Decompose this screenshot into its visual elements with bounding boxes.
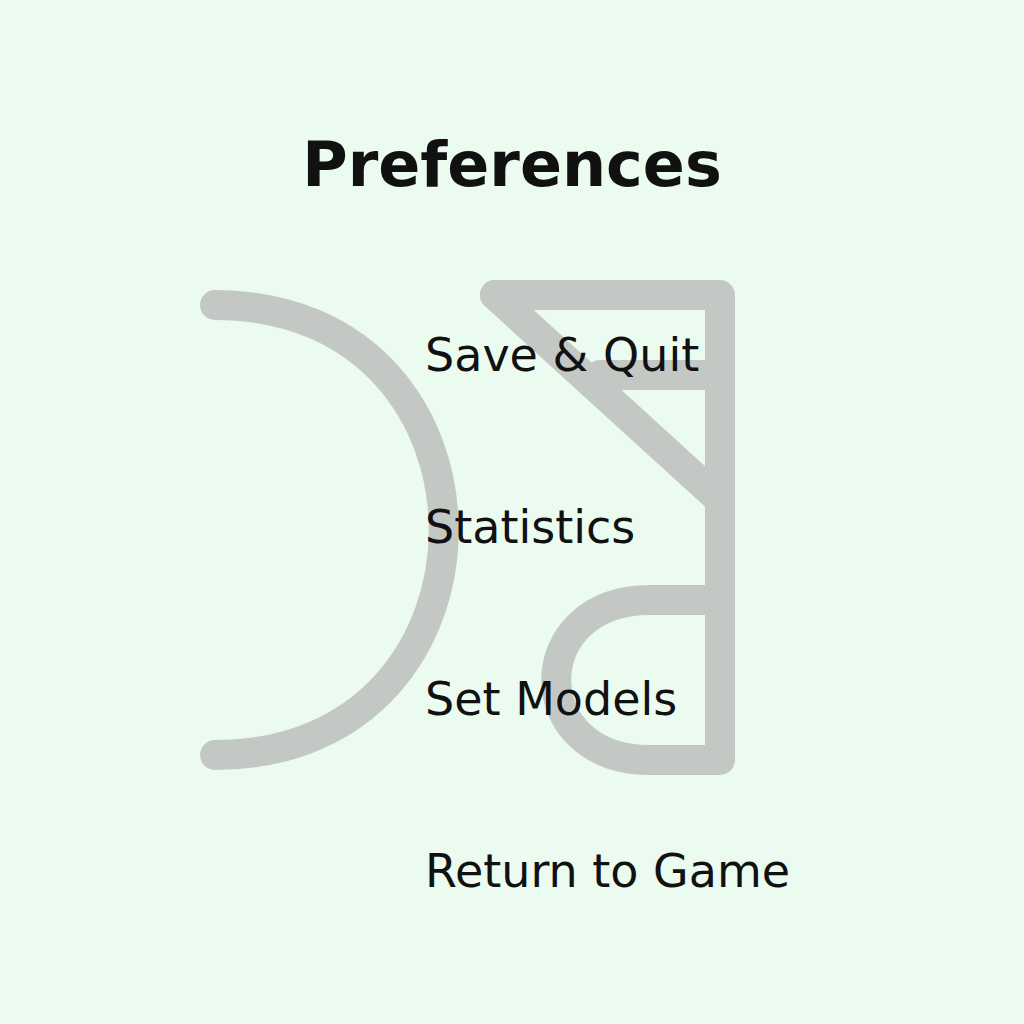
menu-list: Save & Quit Statistics Set Models Return to… [0, 323, 1024, 903]
menu-item[interactable]: Statistics [425, 495, 1024, 559]
menu-item[interactable]: Return to Game [425, 839, 1024, 903]
preferences-screen: Preferences Save & Quit Statistics Set Mode… [0, 0, 1024, 1024]
menu-title: Preferences [0, 125, 1024, 205]
menu-item[interactable]: Set Models [425, 667, 1024, 731]
menu-item[interactable]: Save & Quit [425, 323, 1024, 387]
